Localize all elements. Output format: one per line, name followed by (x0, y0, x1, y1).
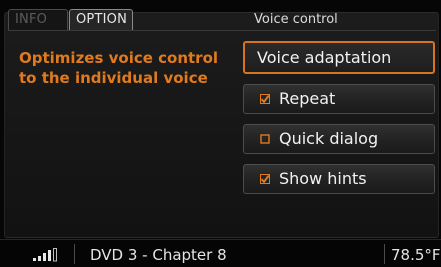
status-divider (74, 244, 75, 264)
media-source[interactable]: DVD 3 - Chapter 8 (90, 245, 227, 265)
tab-bar: INFO OPTION (8, 9, 133, 31)
signal-strength-icon (33, 248, 63, 262)
show-hints-label: Show hints (279, 169, 367, 188)
status-divider (384, 244, 385, 264)
voice-adaptation-label: Voice adaptation (257, 47, 392, 67)
quick-dialog-toggle[interactable]: Quick dialog (243, 124, 435, 154)
repeat-toggle[interactable]: Repeat (243, 84, 435, 114)
option-description: Optimizes voice control to the individua… (19, 49, 219, 87)
repeat-label: Repeat (279, 89, 336, 108)
tab-option[interactable]: OPTION (69, 9, 133, 30)
tab-divider (8, 30, 436, 31)
screen: INFO OPTION Voice control Optimizes voic… (0, 0, 441, 267)
checkbox-checked-icon (260, 174, 270, 184)
checkbox-checked-icon (260, 94, 270, 104)
status-bar: DVD 3 - Chapter 8 78.5°F (0, 239, 441, 267)
voice-adaptation-button[interactable]: Voice adaptation (243, 41, 435, 74)
outside-temperature: 78.5°F (391, 246, 441, 264)
quick-dialog-label: Quick dialog (279, 129, 379, 148)
tab-info[interactable]: INFO (8, 9, 68, 30)
checkbox-unchecked-icon (260, 134, 270, 144)
section-title: Voice control (254, 12, 338, 27)
show-hints-toggle[interactable]: Show hints (243, 164, 435, 194)
